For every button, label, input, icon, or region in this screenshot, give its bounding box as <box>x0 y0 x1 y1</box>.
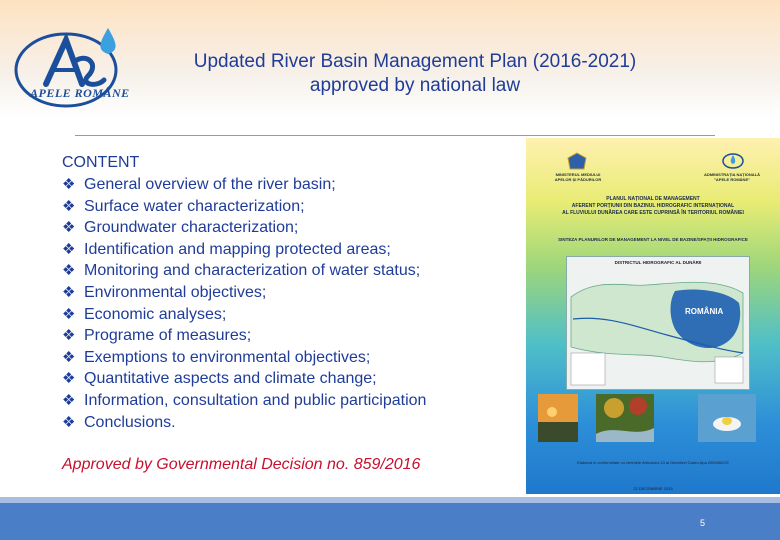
danube-basin-map: DISTRICTUL HIDROGRAFIC AL DUNĂRII ROMÂNI… <box>566 256 750 390</box>
cover-date: 22 DECEMBRIE 2015 <box>633 486 673 491</box>
divider <box>75 135 715 136</box>
title-line-2: approved by national law <box>309 75 521 96</box>
list-item: ❖ Conclusions. <box>62 412 517 434</box>
ministry-emblem-icon <box>567 152 587 170</box>
cover-footnote: Elaborat în conformitate cu cerințele Ar… <box>577 460 729 465</box>
diamond-bullet-icon: ❖ <box>62 197 76 215</box>
page-title: Updated River Basin Management Plan (201… <box>120 50 710 98</box>
water-lily-photo <box>698 394 756 442</box>
cover-ministry: MINISTERUL MEDIULUI APELOR ȘI PĂDURILOR <box>554 172 602 182</box>
page-number: 5 <box>700 518 706 528</box>
content-list: CONTENT ❖ General overview of the river b… <box>62 152 517 433</box>
approval-note: Approved by Governmental Decision no. 85… <box>62 456 421 473</box>
list-item: ❖ Information, consultation and public pa… <box>62 390 517 412</box>
diamond-bullet-icon: ❖ <box>62 283 76 301</box>
cover-administration: ADMINISTRAȚIA NAȚIONALĂ "APELE ROMÂNE" <box>703 172 761 182</box>
diamond-bullet-icon: ❖ <box>62 370 76 388</box>
diamond-bullet-icon: ❖ <box>62 348 76 366</box>
basin-map-graphic <box>570 281 744 386</box>
diamond-bullet-icon: ❖ <box>62 305 76 323</box>
diamond-bullet-icon: ❖ <box>62 391 76 409</box>
list-item: ❖ Exemptions to environmental objectives; <box>62 347 517 369</box>
list-item: ❖ Monitoring and characterization of wate… <box>62 260 517 282</box>
footer-band <box>0 503 780 540</box>
diamond-bullet-icon: ❖ <box>62 327 76 345</box>
diamond-bullet-icon: ❖ <box>62 176 76 193</box>
diamond-bullet-icon: ❖ <box>62 240 76 258</box>
title-line-1: Updated River Basin Management Plan (201… <box>193 51 637 72</box>
landscape-photo <box>538 394 578 442</box>
diamond-bullet-icon: ❖ <box>62 262 76 280</box>
report-cover-image: MINISTERUL MEDIULUI APELOR ȘI PĂDURILOR … <box>526 138 780 494</box>
content-items: ❖ General overview of the river basin; ❖ S… <box>62 174 517 433</box>
list-item: ❖ Quantitative aspects and climate change… <box>62 368 517 390</box>
cover-subtitle: SINTEZA PLANURILOR DE MANAGEMENT LA NIVE… <box>558 237 748 242</box>
list-item: ❖ Programe of measures; <box>62 325 517 347</box>
administration-emblem-icon <box>722 153 744 169</box>
diamond-bullet-icon: ❖ <box>62 219 76 237</box>
list-item: ❖ Economic analyses; <box>62 304 517 326</box>
diamond-bullet-icon: ❖ <box>62 413 76 431</box>
list-item: ❖ Surface water characterization; <box>62 196 517 218</box>
content-heading: CONTENT <box>62 154 140 171</box>
list-item: ❖ Identification and mapping protected ar… <box>62 239 517 261</box>
list-item: ❖ Groundwater characterization; <box>62 217 517 239</box>
list-item: ❖ Environmental objectives; <box>62 282 517 304</box>
forest-stream-photo <box>596 394 654 442</box>
list-item: ❖ General overview of the river basin; <box>62 174 517 196</box>
map-label-romania: ROMÂNIA <box>685 307 724 316</box>
cover-main-title: PLANUL NAȚIONAL DE MANAGEMENT AFERENT PO… <box>562 196 744 216</box>
